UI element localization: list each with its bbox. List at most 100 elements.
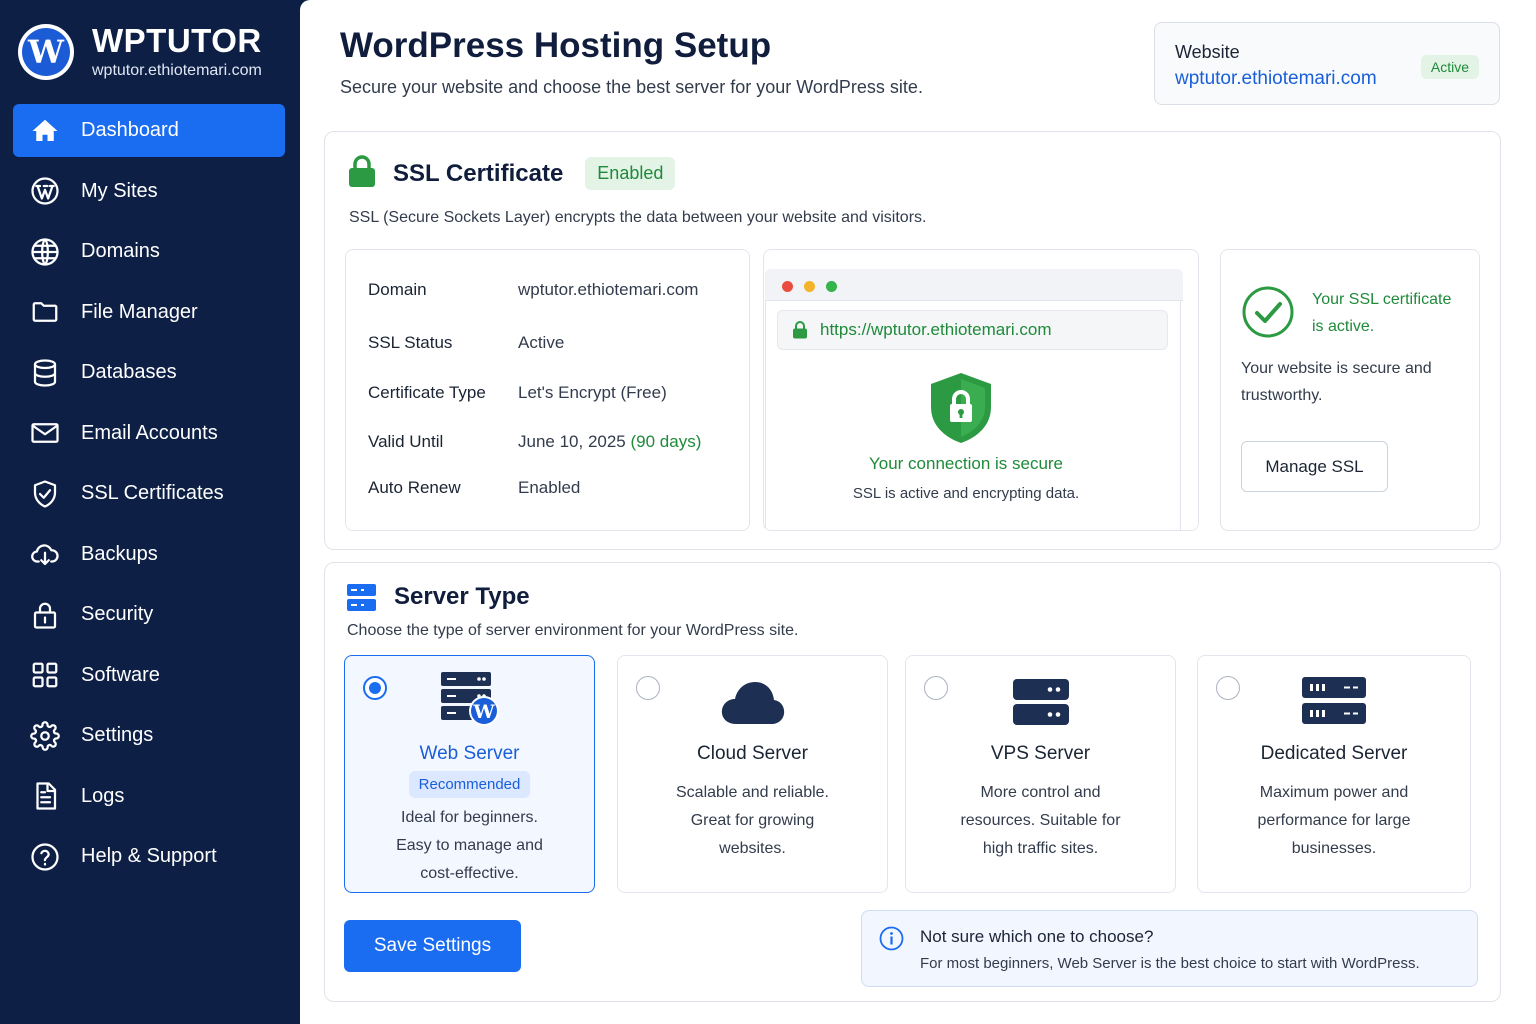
sidebar-item-label: SSL Certificates: [81, 482, 224, 504]
server-option-name: Web Server: [419, 743, 520, 764]
sidebar: W WPTUTOR wptutor.ethiotemari.com Dashbo…: [0, 0, 300, 1024]
sidebar-item-backups[interactable]: Backups: [13, 528, 285, 581]
detail-value: June 10, 2025 (90 days): [518, 432, 701, 452]
description-line: More control and: [980, 784, 1101, 801]
valid-date: June 10, 2025: [518, 432, 626, 451]
ssl-title: SSL Certificate: [393, 159, 564, 187]
hint-box: Not sure which one to choose? For most b…: [861, 910, 1478, 987]
sidebar-item-label: Databases: [81, 361, 177, 383]
browser-titlebar: [765, 269, 1183, 301]
sidebar-item-label: Settings: [81, 724, 154, 746]
shield-check-icon: [29, 478, 61, 510]
document-icon: [29, 780, 61, 812]
secure-connection-title: Your connection is secure: [868, 454, 1064, 473]
description-line: Scalable and reliable.: [676, 784, 829, 801]
ssl-secure-message: Your website is secure and trustworthy.: [1241, 360, 1432, 404]
ssl-enabled-badge: Enabled: [585, 157, 676, 190]
home-icon: [29, 115, 61, 147]
save-settings-button[interactable]: Save Settings: [344, 920, 521, 972]
browser-preview-panel: https://wptutor.ethiotemari.com Your con…: [763, 249, 1199, 531]
server-type-card: Server Type Choose the type of server en…: [324, 562, 1501, 1002]
sidebar-item-ssl-certificates[interactable]: SSL Certificates: [13, 467, 285, 520]
brand-name: WPTUTOR: [92, 22, 262, 59]
ssl-details-panel: Domain wptutor.ethiotemari.com SSL Statu…: [345, 249, 750, 531]
server-option-cloud-server[interactable]: Cloud Server Scalable and reliable. Grea…: [617, 655, 888, 893]
ssl-description: SSL (Secure Sockets Layer) encrypts the …: [349, 209, 927, 226]
server-option-description: More control and resources. Suitable for…: [916, 779, 1165, 863]
sidebar-item-software[interactable]: Software: [13, 649, 285, 702]
brand[interactable]: W WPTUTOR wptutor.ethiotemari.com: [18, 24, 262, 80]
description-line: Ideal for beginners.: [401, 809, 538, 826]
description-line: performance for large: [1257, 812, 1411, 829]
sidebar-item-help-support[interactable]: Help & Support: [13, 830, 285, 883]
database-icon: [29, 357, 61, 389]
description-line: resources. Suitable for: [960, 812, 1121, 829]
hint-text: For most beginners, Web Server is the be…: [920, 955, 1420, 972]
detail-value: wptutor.ethiotemari.com: [518, 280, 699, 299]
info-icon: [879, 926, 904, 951]
detail-label: Certificate Type: [368, 383, 486, 402]
website-link[interactable]: wptutor.ethiotemari.com: [1175, 68, 1377, 90]
detail-label: SSL Status: [368, 333, 453, 352]
main-content: WordPress Hosting Setup Secure your webs…: [300, 0, 1536, 1024]
manage-ssl-button[interactable]: Manage SSL: [1241, 441, 1388, 492]
server-option-dedicated-server[interactable]: Dedicated Server Maximum power and perfo…: [1197, 655, 1471, 893]
server-option-description: Ideal for beginners. Easy to manage and …: [355, 804, 584, 888]
minimize-dot-icon: [804, 281, 815, 292]
page-subtitle: Secure your website and choose the best …: [340, 77, 923, 97]
valid-days: (90 days): [630, 432, 702, 451]
sidebar-item-my-sites[interactable]: My Sites: [13, 165, 285, 218]
detail-label: Domain: [368, 280, 427, 299]
description-line: cost-effective.: [420, 865, 519, 882]
server-type-description: Choose the type of server environment fo…: [347, 622, 799, 639]
globe-icon: [29, 236, 61, 268]
sidebar-item-label: My Sites: [81, 179, 158, 202]
page-title: WordPress Hosting Setup: [340, 26, 772, 65]
sidebar-item-label: Email Accounts: [81, 421, 218, 444]
grid-icon: [29, 659, 61, 691]
server-option-name: Dedicated Server: [1260, 743, 1408, 764]
server-option-web-server[interactable]: W Web Server Recommended Ideal for begin…: [344, 655, 595, 893]
sidebar-item-settings[interactable]: Settings: [13, 709, 285, 762]
hint-title: Not sure which one to choose?: [920, 927, 1154, 946]
sidebar-item-label: Logs: [81, 784, 125, 807]
server-icon: [347, 583, 376, 611]
status-badge: Active: [1420, 55, 1479, 79]
help-icon: [29, 841, 61, 873]
wordpress-icon: [29, 175, 61, 207]
detail-value: Enabled: [518, 478, 581, 497]
sidebar-item-logs[interactable]: Logs: [13, 770, 285, 823]
sidebar-item-security[interactable]: Security: [13, 588, 285, 641]
shield-lock-icon: [931, 373, 991, 443]
description-line: Maximum power and: [1259, 784, 1409, 801]
ssl-certificate-card: SSL Certificate Enabled SSL (Secure Sock…: [324, 131, 1501, 550]
brand-domain: wptutor.ethiotemari.com: [92, 62, 262, 79]
gear-icon: [29, 720, 61, 752]
sidebar-item-domains[interactable]: Domains: [13, 225, 285, 278]
sidebar-item-file-manager[interactable]: File Manager: [13, 286, 285, 339]
lock-icon: [29, 599, 61, 631]
sidebar-item-label: File Manager: [81, 300, 198, 323]
detail-value: Active: [518, 333, 565, 352]
mail-icon: [29, 417, 61, 449]
server-option-vps-server[interactable]: VPS Server More control and resources. S…: [905, 655, 1176, 893]
detail-label: Auto Renew: [368, 478, 461, 497]
web-server-icon: W: [345, 670, 594, 730]
lock-icon: [347, 154, 377, 193]
server-option-name: VPS Server: [990, 743, 1091, 764]
server-type-title: Server Type: [394, 583, 530, 610]
sidebar-item-label: Help & Support: [81, 845, 217, 867]
description-line: high traffic sites.: [982, 840, 1099, 857]
dedicated-server-icon: [1198, 670, 1470, 730]
browser-url: https://wptutor.ethiotemari.com: [820, 320, 1052, 339]
logo-letter: W: [22, 28, 70, 76]
sidebar-item-dashboard[interactable]: Dashboard: [13, 104, 285, 157]
secure-connection-subtitle: SSL is active and encrypting data.: [852, 485, 1080, 502]
sidebar-item-databases[interactable]: Databases: [13, 346, 285, 399]
sidebar-item-email-accounts[interactable]: Email Accounts: [13, 407, 285, 460]
folder-icon: [29, 296, 61, 328]
description-line: Great for growing: [690, 812, 815, 829]
browser-address-bar: https://wptutor.ethiotemari.com: [777, 310, 1168, 350]
svg-text:W: W: [472, 701, 495, 723]
cloud-icon: [618, 670, 887, 730]
